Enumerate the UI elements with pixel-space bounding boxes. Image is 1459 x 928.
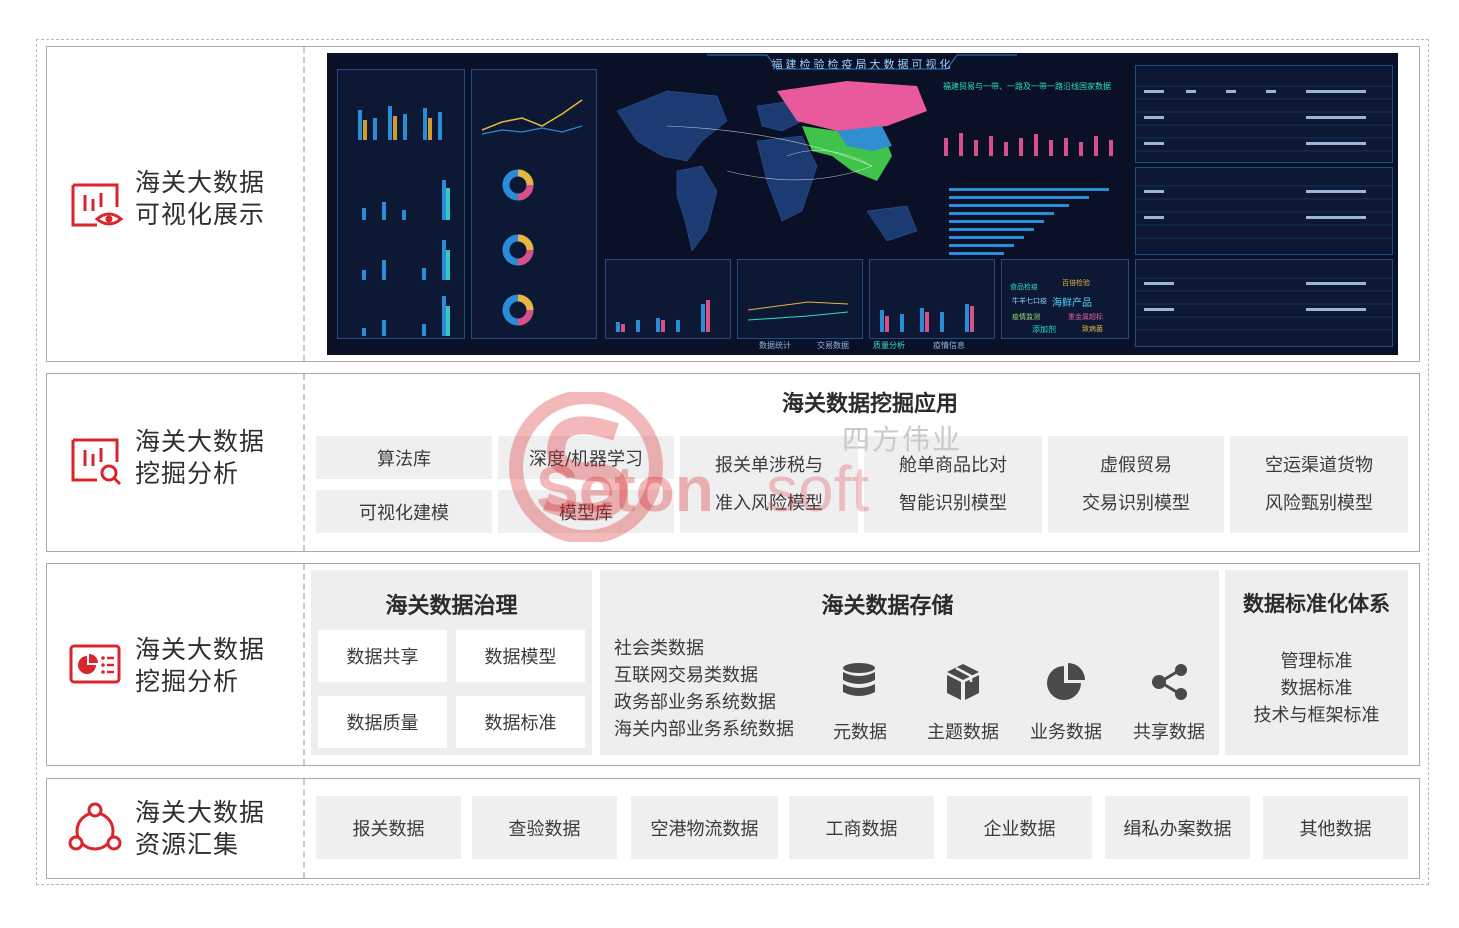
dashboard-tab[interactable]: 质量分析 [873,340,905,351]
word-cloud-word: 致病菌 [1082,325,1103,333]
right-table-3 [1135,259,1393,347]
resource-box: 查验数据 [472,796,617,859]
left-panel-bars [337,69,465,339]
storage-type-label: 业务数据 [1030,722,1102,743]
model-box-tax-risk: 报关单涉税与 准入风险模型 [680,436,858,533]
word-cloud-word: 疫情监测 [1012,313,1040,321]
resource-box: 其他数据 [1263,796,1408,859]
model-box-manifest: 舱单商品比对 智能识别模型 [864,436,1042,533]
right-table-2 [1135,167,1393,255]
storage-source: 海关内部业务系统数据 [614,719,794,740]
resource-box: 企业数据 [947,796,1092,859]
deep-learning-box: 深度/机器学习 [498,436,674,479]
model-box-air-cargo: 空运渠道货物 风险甄别模型 [1230,436,1408,533]
dashboard-screenshot: 福建检验检疫局大数据可视化 福建贸易与一带、一路及一带一路沿线国家数据 食品检疫… [327,53,1398,355]
storage-source: 互联网交易类数据 [614,665,758,686]
word-cloud-word: 牛羊七口疫 [1012,297,1047,305]
row-title: 海关大数据 挖掘分析 [135,427,266,488]
bottom-panel-2 [737,259,863,339]
row-label: 海关大数据 资源汇集 [47,779,305,878]
resource-box: 工商数据 [789,796,934,859]
world-map [616,81,927,252]
storage-source: 社会类数据 [614,638,704,659]
resource-box: 空港物流数据 [631,796,778,859]
pie-list-card-icon [69,644,121,684]
map-right-title: 福建贸易与一带、一路及一带一路沿线国家数据 [943,82,1111,91]
word-cloud-word: 重金属超标 [1068,313,1103,321]
model-line: 智能识别模型 [899,492,1007,514]
model-library-box: 模型库 [498,490,674,533]
dashboard-tab[interactable]: 疫情信息 [933,340,965,351]
chart-eye-icon [71,183,123,227]
word-cloud-word: 食品检疫 [1010,283,1038,291]
model-line: 交易识别模型 [1082,492,1190,514]
left-bar-charts [358,106,450,336]
word-cloud-panel: 食品检疫 百倍检验 牛羊七口疫 海鲜产品 疫情监测 重金属超标 添加剂 致病菌 [1001,259,1129,339]
governance-item: 数据质量 [318,696,447,748]
left-donut-charts [481,99,583,326]
bottom-lines [747,301,849,321]
table-lines [1136,277,1392,331]
storage-type-label: 元数据 [833,722,887,743]
share-icon [1152,664,1187,700]
model-line: 舱单商品比对 [899,454,1007,476]
model-line: 准入风险模型 [715,492,823,514]
database-icon [843,663,875,696]
network-nodes-icon [68,802,122,851]
word-cloud-word: 添加剂 [1032,325,1056,334]
pie-chart-icon [1047,663,1085,700]
model-line: 空运渠道货物 [1265,454,1373,476]
left-panel-donuts [471,69,597,339]
governance-item: 数据标准 [456,696,585,748]
governance-item: 数据共享 [318,630,447,682]
storage-title: 海关数据存储 [821,594,954,619]
algorithm-library-box: 算法库 [316,436,492,479]
model-box-fake-trade: 虚假贸易交易识别模型 [1048,436,1224,533]
visual-modeling-box: 可视化建模 [316,490,492,533]
model-line: 报关单涉税与 [715,454,823,476]
standards-title: 数据标准化体系 [1243,592,1390,616]
right-table-1 [1135,65,1393,163]
bottom-panel-1 [605,259,731,339]
storage-type-label: 共享数据 [1133,722,1205,743]
bottom-bars [616,300,710,332]
governance-item: 数据模型 [456,630,585,682]
standards-item: 管理标准 [1280,651,1353,672]
row-title: 海关大数据 可视化展示 [135,168,266,229]
cube-icon [947,664,979,700]
table-lines [1136,85,1392,152]
table-lines [1136,185,1392,239]
row-title: 海关大数据 资源汇集 [135,798,266,859]
storage-source: 政务部业务系统数据 [614,692,776,713]
model-line: 风险甄别模型 [1265,492,1373,514]
bottom-panel-3 [869,259,995,339]
dashboard-tab[interactable]: 交易数据 [817,340,849,351]
governance-title: 海关数据治理 [385,594,518,619]
mining-title: 海关数据挖掘应用 [781,392,958,417]
standards-item: 数据标准 [1280,678,1353,699]
row-label: 海关大数据 挖掘分析 [47,564,305,765]
bottom-bars [880,304,974,332]
row-label: 海关大数据 可视化展示 [47,47,305,361]
dashboard-tab[interactable]: 数据统计 [759,340,791,351]
chart-search-icon [71,438,122,486]
resource-box: 缉私办案数据 [1105,796,1250,859]
word-cloud-word: 百倍检验 [1062,279,1090,287]
resource-box: 报关数据 [316,796,461,859]
map-right-charts [944,133,1113,255]
model-line: 虚假贸易 [1100,454,1172,476]
row-label: 海关大数据 挖掘分析 [47,374,305,551]
standards-item: 技术与框架标准 [1253,705,1380,726]
storage-type-label: 主题数据 [927,722,999,743]
word-cloud-word: 海鲜产品 [1052,298,1092,309]
row-title: 海关大数据 挖掘分析 [135,635,266,696]
